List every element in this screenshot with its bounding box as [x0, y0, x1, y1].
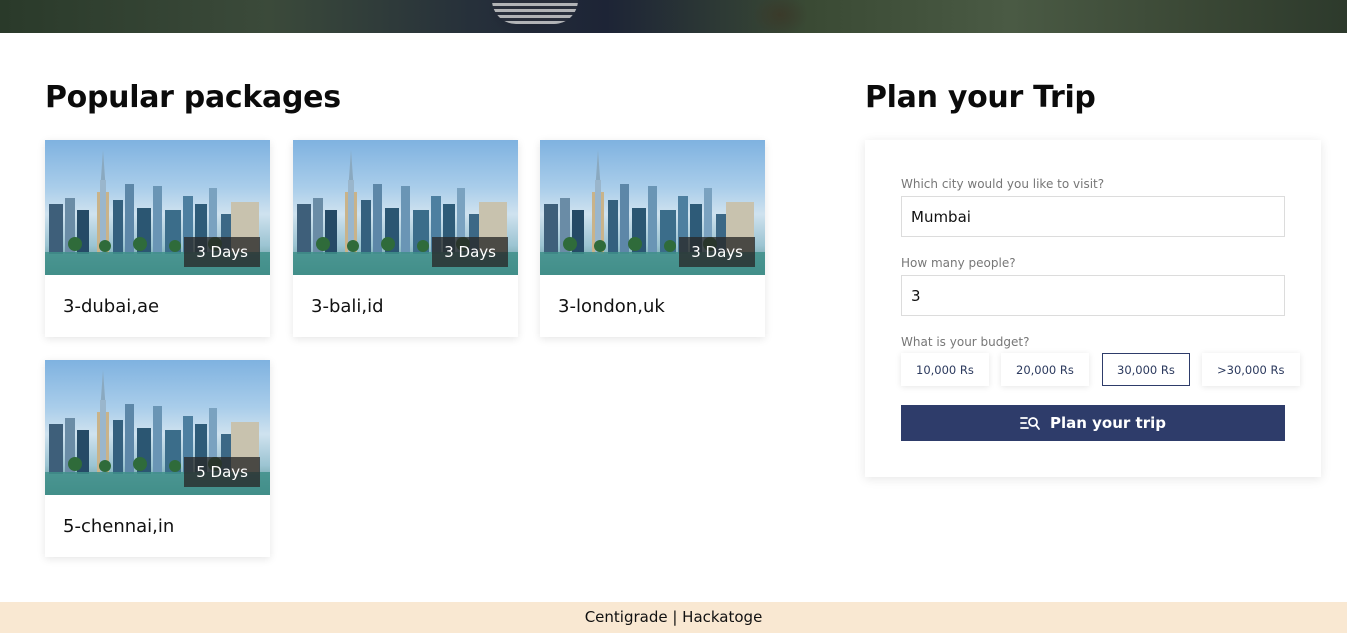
- people-label: How many people?: [901, 256, 1016, 270]
- package-duration-badge: 3 Days: [679, 237, 755, 267]
- package-name: 3-bali,id: [311, 296, 384, 317]
- plan-trip-title: Plan your Trip: [865, 80, 1096, 115]
- package-duration-badge: 3 Days: [184, 237, 260, 267]
- people-input[interactable]: [901, 275, 1285, 316]
- budget-option-20000[interactable]: 20,000 Rs: [1001, 353, 1089, 386]
- plan-your-trip-button[interactable]: Plan your trip: [901, 405, 1285, 441]
- footer-text: Centigrade | Hackatoge: [584, 608, 763, 626]
- plan-trip-form: Which city would you like to visit? How …: [865, 140, 1321, 477]
- package-card[interactable]: 3 Days 3-dubai,ae: [45, 140, 270, 337]
- budget-option-above-30000[interactable]: >30,000 Rs: [1202, 353, 1300, 386]
- package-card[interactable]: 3 Days 3-london,uk: [540, 140, 765, 337]
- plan-your-trip-label: Plan your trip: [1050, 414, 1166, 432]
- search-list-icon: [1020, 415, 1040, 431]
- package-duration-badge: 5 Days: [184, 457, 260, 487]
- hero-image-detail: [492, 0, 578, 24]
- package-name: 3-london,uk: [558, 296, 665, 317]
- package-card[interactable]: 3 Days 3-bali,id: [293, 140, 518, 337]
- package-card[interactable]: 5 Days 5-chennai,in: [45, 360, 270, 557]
- hero-image-strip: [0, 0, 1347, 33]
- package-duration-badge: 3 Days: [432, 237, 508, 267]
- city-label: Which city would you like to visit?: [901, 177, 1105, 191]
- budget-option-10000[interactable]: 10,000 Rs: [901, 353, 989, 386]
- budget-label: What is your budget?: [901, 335, 1030, 349]
- budget-option-30000[interactable]: 30,000 Rs: [1102, 353, 1190, 386]
- city-input[interactable]: [901, 196, 1285, 237]
- package-name: 3-dubai,ae: [63, 296, 160, 317]
- package-name: 5-chennai,in: [63, 516, 175, 537]
- footer: Centigrade | Hackatoge: [0, 602, 1347, 633]
- popular-packages-title: Popular packages: [45, 80, 341, 115]
